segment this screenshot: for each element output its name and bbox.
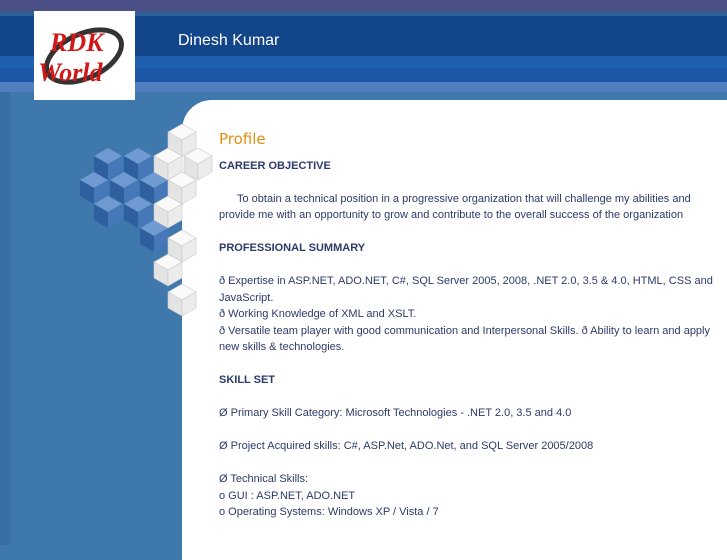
- career-objective-heading: CAREER OBJECTIVE: [219, 159, 331, 172]
- skill-item: Ø Project Acquired skills: C#, ASP.Net, …: [219, 440, 594, 452]
- skill-item: o Operating Systems: Windows XP / Vista …: [219, 506, 439, 518]
- summary-item: ð Expertise in ASP.NET, ADO.NET, C#, SQL…: [219, 275, 713, 304]
- svg-text:World: World: [38, 58, 104, 87]
- skill-item: Ø Technical Skills:: [219, 473, 309, 485]
- skill-set-heading: SKILL SET: [219, 374, 276, 386]
- skill-item: o GUI : ASP.NET, ADO.NET: [219, 489, 356, 502]
- skill-item: Ø Primary Skill Category: Microsoft Tech…: [219, 407, 572, 419]
- left-edge: [0, 92, 10, 545]
- summary-item: ð Working Knowledge of XML and XSLT.: [219, 308, 417, 320]
- site-logo[interactable]: RDK World: [34, 11, 135, 100]
- svg-text:RDK: RDK: [49, 28, 105, 57]
- summary-item: ð Versatile team player with good commun…: [219, 324, 710, 354]
- page-title: Profile: [219, 130, 266, 148]
- career-objective-text: To obtain a technical position in a prog…: [219, 192, 691, 222]
- site-owner-name: Dinesh Kumar: [178, 32, 280, 49]
- profile-content: Profile CAREER OBJECTIVE To obtain a tec…: [219, 131, 719, 521]
- professional-summary-heading: PROFESSIONAL SUMMARY: [219, 242, 366, 254]
